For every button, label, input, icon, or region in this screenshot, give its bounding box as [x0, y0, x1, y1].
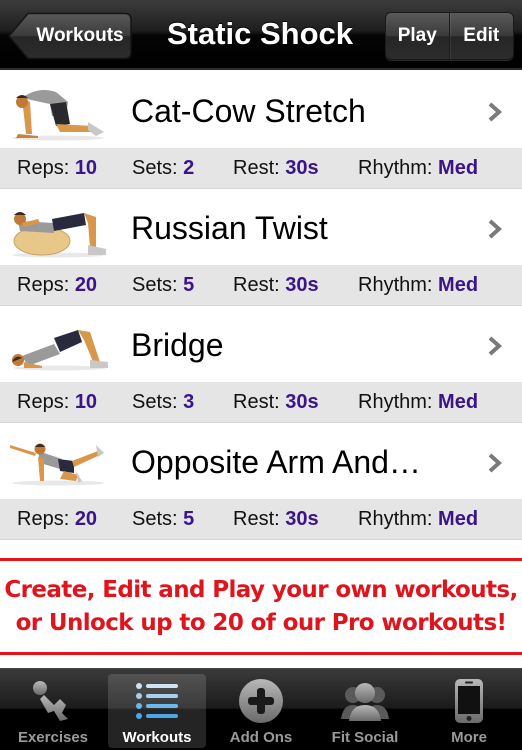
chevron-right-icon [488, 102, 502, 122]
sets-stat: Sets: 5 [132, 508, 195, 530]
exercise-stats: Reps: 10 Sets: 2 Rest: 30s Rhythm: Med [0, 148, 522, 189]
exercise-stats: Reps: 20 Sets: 5 Rest: 30s Rhythm: Med [0, 265, 522, 306]
rhythm-value: Med [438, 157, 479, 179]
tab-fit-social[interactable]: Fit Social [316, 674, 414, 748]
plus-circle-icon [239, 679, 283, 723]
tab-bar: Exercises Workouts Add Ons Fit Social Mo… [0, 668, 522, 750]
sets-stat: Sets: 5 [132, 274, 195, 296]
promo-line-1: Create, Edit and Play your own workouts, [4, 576, 518, 603]
tab-label: More [451, 729, 487, 746]
sets-value: 2 [183, 157, 195, 179]
rest-stat: Rest: 30s [233, 391, 319, 413]
tab-label: Add Ons [229, 729, 293, 746]
tab-label: Workouts [122, 729, 192, 746]
rhythm-value: Med [438, 508, 479, 530]
exercise-list: Cat-Cow Stretch Reps: 10 Sets: 2 Rest: 3… [0, 72, 522, 540]
phone-icon [455, 679, 483, 723]
rest-value: 30s [285, 508, 319, 530]
promo-line-2: or Unlock up to 20 of our Pro workouts! [15, 609, 507, 636]
rest-stat: Rest: 30s [233, 157, 319, 179]
rhythm-stat: Rhythm: Med [358, 157, 479, 179]
tab-label: Fit Social [331, 729, 399, 746]
tab-add-ons[interactable]: Add Ons [212, 674, 310, 748]
exercise-stats: Reps: 10 Sets: 3 Rest: 30s Rhythm: Med [0, 382, 522, 423]
exercise-name: Cat-Cow Stretch [131, 93, 366, 129]
russian-twist-figure-icon [12, 212, 106, 258]
rhythm-stat: Rhythm: Med [358, 508, 479, 530]
exercise-name: Opposite Arm And… [131, 444, 421, 480]
upgrade-promo-banner[interactable]: Create, Edit and Play your own workouts,… [0, 558, 522, 655]
chevron-right-icon [488, 219, 502, 239]
page-title: Static Shock [166, 16, 354, 51]
tab-more[interactable]: More [420, 674, 518, 748]
tab-workouts[interactable]: Workouts [108, 674, 206, 748]
tab-label: Exercises [17, 729, 89, 746]
promo-spacer [0, 655, 522, 668]
rest-value: 30s [285, 391, 319, 413]
rest-stat: Rest: 30s [233, 274, 319, 296]
back-button-label: Workouts [36, 25, 124, 46]
bridge-figure-icon [12, 330, 108, 371]
reps-value: 20 [74, 274, 98, 296]
cat-cow-stretch-figure-icon [12, 90, 104, 141]
tab-exercises[interactable]: Exercises [4, 674, 102, 748]
rhythm-stat: Rhythm: Med [358, 274, 479, 296]
exercise-row[interactable]: Opposite Arm And… [0, 423, 522, 499]
rest-value: 30s [285, 274, 319, 296]
chevron-right-icon [488, 336, 502, 356]
reps-value: 10 [74, 157, 98, 179]
reps-stat: Reps: 10 [17, 391, 98, 413]
people-icon [341, 683, 389, 721]
exercise-name: Bridge [131, 327, 224, 363]
reps-value: 20 [74, 508, 98, 530]
list-icon [136, 683, 178, 719]
exercise-row[interactable]: Cat-Cow Stretch [0, 72, 522, 148]
rhythm-value: Med [438, 391, 479, 413]
opposite-arm-leg-figure-icon [10, 443, 104, 486]
edit-button[interactable]: Edit [450, 13, 514, 59]
exercise-name: Russian Twist [131, 210, 328, 246]
reps-stat: Reps: 20 [17, 274, 98, 296]
rest-value: 30s [285, 157, 319, 179]
sets-value: 5 [183, 274, 195, 296]
rhythm-value: Med [438, 274, 479, 296]
sets-stat: Sets: 3 [132, 391, 195, 413]
navigation-bar: Workouts Static Shock Play Edit [0, 0, 522, 70]
exercise-figure-icon [33, 681, 68, 721]
exercise-row[interactable]: Bridge [0, 306, 522, 382]
rest-stat: Rest: 30s [233, 508, 319, 530]
exercise-row[interactable]: Russian Twist [0, 189, 522, 265]
reps-stat: Reps: 10 [17, 157, 98, 179]
reps-stat: Reps: 20 [17, 508, 98, 530]
rhythm-stat: Rhythm: Med [358, 391, 479, 413]
sets-value: 5 [183, 508, 195, 530]
back-button[interactable]: Workouts [8, 12, 132, 60]
exercise-stats: Reps: 20 Sets: 5 Rest: 30s Rhythm: Med [0, 499, 522, 540]
chevron-right-icon [488, 453, 502, 473]
play-edit-segmented-control: Play Edit [385, 12, 514, 60]
play-button[interactable]: Play [386, 13, 450, 59]
sets-value: 3 [183, 391, 195, 413]
reps-value: 10 [74, 391, 98, 413]
sets-stat: Sets: 2 [132, 157, 195, 179]
